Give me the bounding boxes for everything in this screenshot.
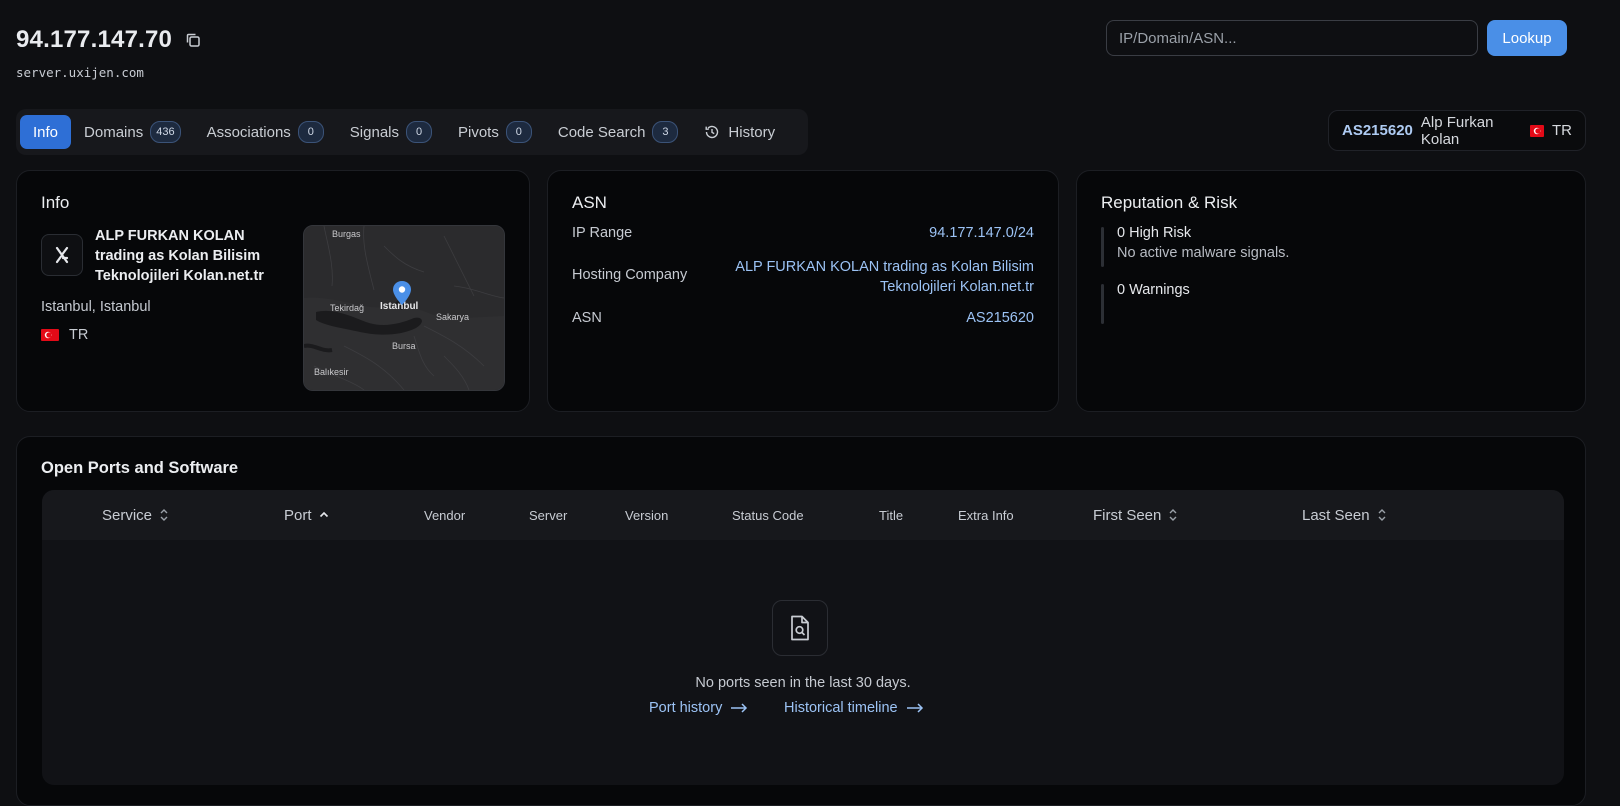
ports-table: Service Port Vendor Server Version Statu… <box>42 490 1564 785</box>
column-version: Version <box>625 507 669 523</box>
asn-label: ASN <box>572 310 602 326</box>
risk-indicator-bar <box>1101 227 1104 267</box>
asn-name: Alp Furkan Kolan <box>1420 113 1494 148</box>
sort-icon <box>1378 509 1386 521</box>
column-label: Last Seen <box>1302 506 1370 524</box>
sort-icon <box>160 509 168 521</box>
tab-domains[interactable]: Domains 436 <box>71 115 194 149</box>
column-label: First Seen <box>1093 506 1162 524</box>
asn-code: AS215620 <box>1342 122 1413 139</box>
tab-label: History <box>728 123 776 141</box>
tab-code-search[interactable]: Code Search 3 <box>545 115 692 149</box>
column-label: Port <box>284 506 312 524</box>
tab-label: Code Search <box>557 123 646 141</box>
historical-timeline-link[interactable]: Historical timeline <box>784 700 924 716</box>
column-title: Title <box>879 507 904 523</box>
file-search-icon <box>772 600 828 656</box>
ip-address-title: 94.177.147.70 <box>16 26 173 53</box>
tab-info[interactable]: Info <box>20 115 72 149</box>
empty-state-message: No ports seen in the last 30 days. <box>695 675 911 691</box>
port-history-link[interactable]: Port history <box>649 700 748 716</box>
count-badge: 0 <box>297 121 324 143</box>
map-label: Bursa <box>392 341 416 351</box>
card-title: Reputation & Risk <box>1101 193 1238 212</box>
high-risk-count: 0 High Risk <box>1117 225 1192 241</box>
tab-label: Domains <box>84 123 144 141</box>
count-badge: 0 <box>406 121 432 143</box>
column-last-seen[interactable]: Last Seen <box>1302 490 1387 540</box>
arrow-right-icon <box>906 703 923 713</box>
info-card: Info ALP FURKAN KOLAN trading as Kolan B… <box>16 170 530 412</box>
tab-pivots[interactable]: Pivots 0 <box>445 115 545 149</box>
column-server: Server <box>529 507 568 523</box>
column-service[interactable]: Service <box>102 490 169 540</box>
column-extra-info: Extra Info <box>958 507 1014 523</box>
org-name: ALP FURKAN KOLAN trading as Kolan Bilisi… <box>95 228 264 284</box>
turkey-flag-icon <box>41 329 59 341</box>
location-city: Istanbul, Istanbul <box>41 299 151 315</box>
location-map[interactable]: Burgas Tekirdağ Istanbul Sakarya Bursa B… <box>303 225 505 391</box>
asn-card: ASN IP Range 94.177.147.0/24 Hosting Com… <box>547 170 1059 412</box>
warnings-count: 0 Warnings <box>1117 282 1190 298</box>
org-logo-icon <box>41 234 83 276</box>
map-label: Tekirdağ <box>330 303 365 313</box>
count-badge: 0 <box>505 121 532 143</box>
hosting-company-label: Hosting Company <box>572 267 688 283</box>
column-first-seen[interactable]: First Seen <box>1093 490 1178 540</box>
arrow-right-icon <box>731 703 748 713</box>
column-vendor: Vendor <box>424 507 466 523</box>
tab-label: Associations <box>206 123 291 141</box>
sort-icon <box>1169 509 1177 521</box>
link-label: Historical timeline <box>784 700 898 716</box>
turkey-flag-icon <box>1530 124 1544 137</box>
warning-indicator-bar <box>1101 284 1104 324</box>
count-badge: 3 <box>652 121 679 143</box>
asn-country: TR <box>1552 122 1572 139</box>
tab-history[interactable]: History <box>691 115 788 149</box>
column-status-code: Status Code <box>732 507 804 523</box>
country-code: TR <box>69 327 89 343</box>
tab-label: Signals <box>349 123 399 141</box>
ports-card: Open Ports and Software Service Port Ven… <box>16 436 1586 806</box>
tab-associations[interactable]: Associations 0 <box>194 115 337 149</box>
card-title: ASN <box>572 193 607 212</box>
column-label: Service <box>102 506 153 524</box>
map-label: Balıkesir <box>314 367 349 377</box>
map-pin-icon <box>393 281 411 305</box>
sort-ascending-icon <box>319 511 328 518</box>
tab-signals[interactable]: Signals 0 <box>337 115 445 149</box>
lookup-button[interactable]: Lookup <box>1487 20 1567 56</box>
table-header: Service Port Vendor Server Version Statu… <box>42 490 1564 540</box>
tab-label: Pivots <box>458 123 499 141</box>
hosting-company-link[interactable]: ALP FURKAN KOLAN trading as Kolan Bilisi… <box>734 257 1034 297</box>
ports-title: Open Ports and Software <box>41 459 239 477</box>
reputation-card: Reputation & Risk 0 High Risk No active … <box>1076 170 1586 412</box>
copy-icon[interactable] <box>184 31 202 49</box>
asn-chip[interactable]: AS215620 Alp Furkan Kolan TR <box>1328 110 1586 151</box>
map-label: Burgas <box>332 229 361 239</box>
location-country: TR <box>41 327 88 343</box>
tab-bar: Info Domains 436 Associations 0 Signals 0 P… <box>16 109 808 155</box>
map-label: Sakarya <box>436 312 470 322</box>
ip-range-label: IP Range <box>572 225 633 241</box>
tab-label: Info <box>33 123 59 141</box>
column-port[interactable]: Port <box>284 490 329 540</box>
search-input[interactable] <box>1106 20 1478 56</box>
asn-link[interactable]: AS215620 <box>966 310 1034 326</box>
high-risk-note: No active malware signals. <box>1117 245 1290 261</box>
count-badge: 436 <box>150 121 181 143</box>
ip-range-link[interactable]: 94.177.147.0/24 <box>929 225 1034 241</box>
hostname: server.uxijen.com <box>16 65 144 80</box>
history-icon <box>705 125 719 139</box>
link-label: Port history <box>649 700 723 716</box>
card-title: Info <box>41 193 70 212</box>
